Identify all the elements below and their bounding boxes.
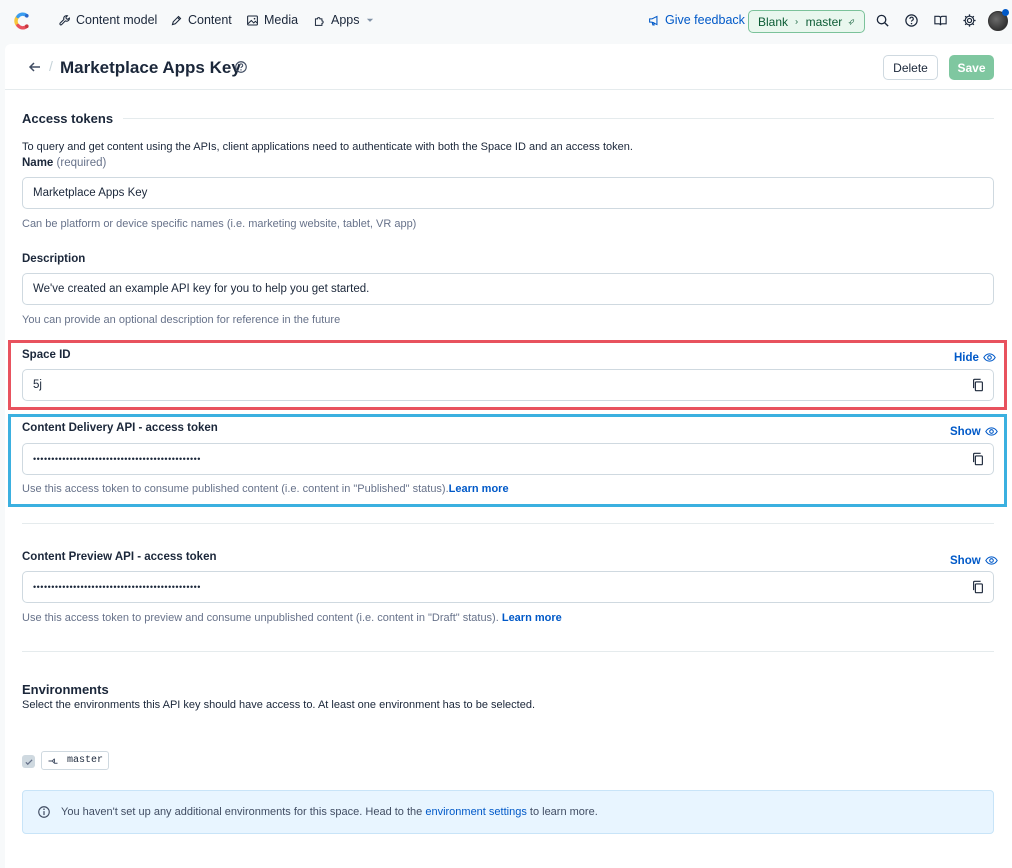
megaphone-icon: [649, 15, 658, 25]
description-input[interactable]: We've created an example API key for you…: [22, 273, 994, 305]
show-label: Show: [950, 554, 981, 567]
name-hint: Can be platform or device specific names…: [22, 218, 417, 230]
nav-content[interactable]: Content: [170, 13, 232, 27]
info-icon: [38, 806, 50, 818]
branch-icon: [48, 757, 58, 764]
nav-content-model-label: Content model: [76, 13, 158, 27]
section-divider: [22, 651, 994, 652]
cda-hint-text: Use this access token to consume publish…: [22, 483, 449, 495]
description-hint: You can provide an optional description …: [22, 314, 341, 326]
puzzle-icon: [314, 16, 324, 26]
nav-apps[interactable]: Apps: [313, 13, 375, 27]
environments-intro: Select the environments this API key sho…: [22, 699, 536, 711]
breadcrumb-separator: /: [49, 58, 53, 74]
nav-media[interactable]: Media: [246, 13, 298, 27]
cpa-token-hint: Use this access token to preview and con…: [22, 612, 562, 624]
copy-cpa-token-button[interactable]: [962, 571, 994, 603]
name-label: Name (required): [22, 157, 106, 169]
space-id-input[interactable]: 5j: [22, 369, 963, 401]
environment-tag-label: master: [67, 755, 104, 766]
show-cpa-token-toggle[interactable]: Show: [950, 554, 998, 567]
notification-dot: [1002, 9, 1009, 16]
cpa-token-input[interactable]: ••••••••••••••••••••••••••••••••••••••••…: [22, 571, 963, 603]
book-icon[interactable]: [933, 13, 948, 28]
notice-suffix: to learn more.: [529, 806, 598, 818]
space-id-label: Space ID: [22, 349, 71, 361]
pen-icon: [171, 15, 182, 25]
environment-name: master: [805, 14, 843, 29]
rocket-icon: [848, 18, 855, 25]
chevron-right-icon: [795, 19, 798, 24]
help-circle-icon[interactable]: [904, 13, 919, 28]
required-marker: (required): [56, 157, 107, 169]
give-feedback-label: Give feedback: [665, 13, 745, 27]
nav-apps-label: Apps: [331, 13, 360, 27]
search-icon[interactable]: [875, 13, 890, 28]
save-button[interactable]: Save: [949, 55, 994, 80]
eye-icon: [983, 353, 996, 362]
page-title: Marketplace Apps Key: [60, 58, 241, 77]
space-name: Blank: [758, 14, 789, 29]
hide-space-id-toggle[interactable]: Hide: [954, 351, 996, 364]
description-label: Description: [22, 253, 86, 265]
hide-label: Hide: [954, 351, 979, 364]
access-tokens-intro: To query and get content using the APIs,…: [22, 141, 633, 153]
notice-text: You haven't set up any additional enviro…: [61, 806, 598, 818]
gear-icon[interactable]: [962, 13, 977, 28]
name-label-text: Name: [22, 157, 54, 169]
environments-info-notice: You haven't set up any additional enviro…: [22, 790, 994, 834]
eye-icon: [984, 556, 998, 565]
cda-token-label: Content Delivery API - access token: [22, 422, 218, 434]
copy-icon: [972, 378, 983, 392]
nav-media-label: Media: [264, 13, 299, 27]
cpa-learn-more-link[interactable]: Learn more: [502, 612, 562, 624]
environments-heading: Environments: [22, 682, 109, 697]
checkmark-icon: [24, 758, 33, 765]
main-panel: / Marketplace Apps Key Delete Save Acces…: [5, 44, 1012, 868]
heading-divider: [123, 118, 994, 119]
copy-space-id-button[interactable]: [962, 369, 994, 401]
back-arrow-icon[interactable]: [27, 59, 43, 75]
cda-learn-more-link[interactable]: Learn more: [449, 483, 509, 495]
cda-token-hint: Use this access token to consume publish…: [22, 483, 509, 495]
cpa-hint-text: Use this access token to preview and con…: [22, 612, 499, 624]
cda-token-input[interactable]: ••••••••••••••••••••••••••••••••••••••••…: [22, 443, 963, 475]
chevron-down-icon: [366, 18, 373, 22]
notice-prefix: You haven't set up any additional enviro…: [61, 806, 423, 818]
wrench-icon: [59, 14, 70, 25]
name-input[interactable]: Marketplace Apps Key: [22, 177, 994, 209]
environment-settings-link[interactable]: environment settings: [425, 806, 527, 818]
page-header: / Marketplace Apps Key Delete Save: [5, 44, 1012, 90]
top-navigation: Content model Content Media Apps Give fe…: [0, 0, 1012, 44]
contentful-logo[interactable]: [10, 10, 32, 32]
eye-icon: [984, 427, 998, 436]
copy-icon: [972, 580, 983, 594]
cpa-token-label: Content Preview API - access token: [22, 551, 217, 563]
access-tokens-heading: Access tokens: [22, 111, 114, 126]
show-cda-token-toggle[interactable]: Show: [950, 425, 998, 438]
question-circle-icon[interactable]: [234, 60, 248, 74]
nav-content-model[interactable]: Content model: [58, 13, 157, 27]
show-label: Show: [950, 425, 981, 438]
give-feedback-link[interactable]: Give feedback: [648, 13, 745, 27]
environment-checkbox-master[interactable]: [22, 755, 35, 768]
copy-cda-token-button[interactable]: [962, 443, 994, 475]
space-environment-selector[interactable]: Blank master: [748, 10, 865, 33]
section-divider: [22, 523, 994, 524]
copy-icon: [972, 452, 983, 466]
nav-content-label: Content: [188, 13, 232, 27]
environment-tag-master: master: [41, 751, 110, 770]
image-icon: [247, 15, 258, 25]
delete-button[interactable]: Delete: [883, 55, 938, 80]
